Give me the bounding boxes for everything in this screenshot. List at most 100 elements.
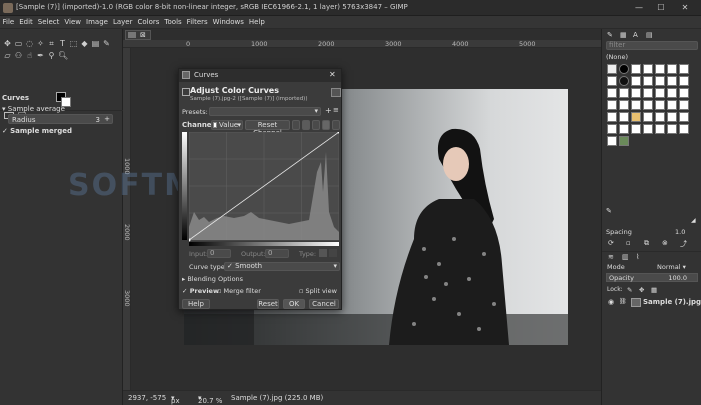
brush-tile[interactable]: [619, 100, 629, 110]
refresh-brushes-icon[interactable]: ⟳: [608, 239, 614, 247]
lock-position-icon[interactable]: ✥: [639, 286, 644, 294]
layers-tab-icon[interactable]: ≋: [608, 253, 614, 261]
paths-tab-icon[interactable]: ⌇: [636, 253, 639, 261]
brush-tile[interactable]: [643, 112, 653, 122]
brush-tile[interactable]: [619, 64, 629, 74]
horizontal-ruler[interactable]: 0 1000 2000 3000 4000 5000: [123, 40, 601, 48]
transform-icon[interactable]: ⬚: [69, 39, 78, 48]
brush-tile[interactable]: [643, 124, 653, 134]
brush-tile[interactable]: [631, 88, 641, 98]
close-button[interactable]: ✕: [678, 2, 692, 14]
brush-tile[interactable]: [619, 124, 629, 134]
image-tab[interactable]: ⊠: [125, 30, 151, 40]
reset-channel-button[interactable]: Reset Channel: [245, 120, 290, 137]
image-tab-close-icon[interactable]: ⊠: [140, 31, 146, 39]
brush-tile[interactable]: [643, 76, 653, 86]
zoom-tool-icon[interactable]: 🔍︎: [58, 51, 68, 60]
curve-pick-icon[interactable]: [312, 120, 320, 130]
brush-tile[interactable]: [679, 76, 689, 86]
brush-tile[interactable]: [655, 112, 665, 122]
brush-tile[interactable]: [667, 100, 677, 110]
radius-spinner[interactable]: Radius 3 +: [8, 114, 113, 124]
menu-tools[interactable]: Tools: [162, 16, 184, 29]
curves-dialog-close-icon[interactable]: ✕: [329, 70, 336, 79]
smudge-icon[interactable]: ☝: [25, 51, 34, 60]
bucket-fill-icon[interactable]: ◆: [80, 39, 89, 48]
brush-tile[interactable]: [607, 88, 617, 98]
text-tool-icon[interactable]: T: [58, 39, 67, 48]
crop-icon[interactable]: ⌗: [47, 39, 56, 48]
histogram-settings-icon[interactable]: [332, 120, 340, 130]
brush-grid[interactable]: [605, 62, 698, 152]
corner-point-icon[interactable]: [329, 249, 337, 257]
ok-button[interactable]: OK: [283, 299, 305, 309]
log-histogram-icon[interactable]: [302, 120, 310, 130]
curve-type-dropdown[interactable]: ✓ Smooth ▾: [224, 262, 340, 271]
channels-tab-icon[interactable]: ▥: [622, 253, 629, 261]
radius-plus-icon[interactable]: +: [104, 115, 110, 123]
brush-tile[interactable]: [619, 88, 629, 98]
brush-tile[interactable]: [655, 100, 665, 110]
menu-help[interactable]: Help: [246, 16, 267, 29]
split-view-checkbox[interactable]: ▫ Split view: [299, 287, 337, 295]
fonts-tab-icon[interactable]: A: [633, 31, 638, 39]
merge-filter-checkbox[interactable]: ▫ Merge filter: [217, 287, 261, 295]
menu-file[interactable]: File: [0, 16, 17, 29]
brush-tile[interactable]: [667, 76, 677, 86]
brush-tile[interactable]: [667, 112, 677, 122]
fuzzy-select-icon[interactable]: ✧: [36, 39, 45, 48]
brush-tile[interactable]: [679, 124, 689, 134]
delete-brush-icon[interactable]: ⊗: [662, 239, 668, 247]
cancel-button[interactable]: Cancel: [309, 299, 339, 309]
brush-tile[interactable]: [643, 100, 653, 110]
output-spinner[interactable]: 0: [265, 249, 289, 258]
help-button[interactable]: Help: [182, 299, 210, 309]
eraser-icon[interactable]: ▱: [3, 51, 12, 60]
sample-merged-checkbox[interactable]: ✓ Sample merged: [2, 127, 72, 135]
brush-tile[interactable]: [679, 112, 689, 122]
preset-menu-icon[interactable]: ≡: [333, 106, 339, 114]
gradient-icon[interactable]: ▤: [91, 39, 100, 48]
brush-tile[interactable]: [679, 64, 689, 74]
brush-tile[interactable]: [631, 100, 641, 110]
menu-windows[interactable]: Windows: [210, 16, 246, 29]
brush-tile[interactable]: [631, 124, 641, 134]
presets-dropdown[interactable]: ▾: [209, 107, 321, 116]
brushes-tab-icon[interactable]: ✎: [607, 31, 613, 39]
zoom-selector[interactable]: 20.7 % ▾: [198, 394, 222, 405]
brush-tile[interactable]: [607, 136, 617, 146]
move-tool-icon[interactable]: ✥: [3, 39, 12, 48]
linear-histogram-icon[interactable]: [292, 120, 300, 130]
panel-expand-icon[interactable]: ◢: [691, 217, 696, 224]
mode-dropdown[interactable]: Normal ▾: [657, 263, 686, 271]
channel-dropdown[interactable]: Value ▾: [211, 120, 243, 130]
brush-tile[interactable]: [655, 124, 665, 134]
brush-tile[interactable]: [655, 76, 665, 86]
layer-row[interactable]: ◉ ⛓ Sample (7).jpg: [605, 297, 701, 309]
visibility-eye-icon[interactable]: ◉: [608, 298, 614, 306]
path-tool-icon[interactable]: ✒: [36, 51, 45, 60]
spacing-value[interactable]: 1.0: [675, 228, 685, 236]
maximize-button[interactable]: ☐: [654, 2, 668, 14]
sample-average-toggle[interactable]: ▾ Sample average: [2, 105, 65, 113]
brush-tile[interactable]: [631, 112, 641, 122]
preview-checkbox[interactable]: ✓ Preview: [182, 287, 219, 295]
brush-tile[interactable]: [679, 88, 689, 98]
brush-tile[interactable]: [667, 124, 677, 134]
brush-tile[interactable]: [679, 100, 689, 110]
blending-options-expander[interactable]: ▸ Blending Options: [182, 275, 243, 283]
lock-alpha-icon[interactable]: ▦: [651, 286, 657, 294]
brush-tile[interactable]: [631, 76, 641, 86]
menu-select[interactable]: Select: [35, 16, 62, 29]
brush-tile[interactable]: [607, 76, 617, 86]
rect-select-icon[interactable]: ▭: [14, 39, 23, 48]
menu-edit[interactable]: Edit: [17, 16, 36, 29]
brush-tile[interactable]: [607, 64, 617, 74]
brush-tile[interactable]: [619, 76, 629, 86]
brush-edit-icon[interactable]: ✎: [606, 207, 612, 215]
lock-pixels-icon[interactable]: ✎: [627, 286, 632, 294]
brush-tile[interactable]: [607, 100, 617, 110]
new-brush-icon[interactable]: ▫: [626, 239, 631, 247]
vertical-ruler[interactable]: 1000 2000 3000: [123, 48, 131, 390]
opacity-slider[interactable]: Opacity 100.0: [606, 273, 698, 282]
